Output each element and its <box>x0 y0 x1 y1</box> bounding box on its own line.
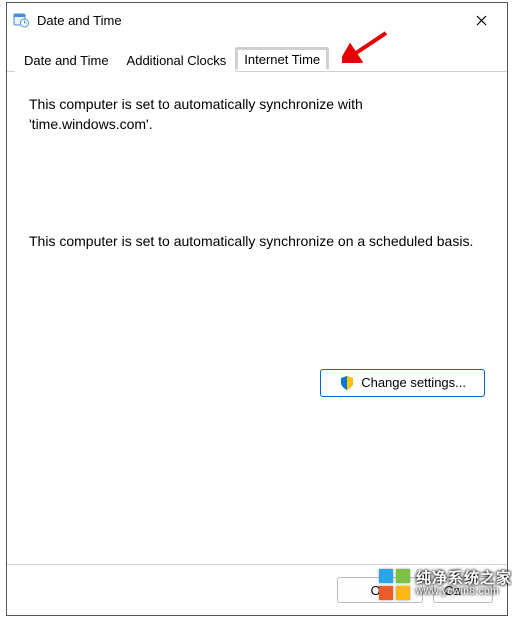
close-icon <box>476 15 487 26</box>
change-settings-label: Change settings... <box>361 375 466 390</box>
annotation-arrow-icon <box>342 29 390 63</box>
watermark: 纯净系统之家 www.ycwin8.com <box>379 566 512 602</box>
tab-content: This computer is set to automatically sy… <box>7 72 507 564</box>
close-button[interactable] <box>461 5 501 35</box>
tab-additional-clocks[interactable]: Additional Clocks <box>118 48 236 72</box>
tab-internet-time[interactable]: Internet Time <box>235 47 329 70</box>
tab-strip: Date and Time Additional Clocks Internet… <box>7 47 507 72</box>
tab-date-and-time[interactable]: Date and Time <box>15 48 118 72</box>
window-title: Date and Time <box>37 13 461 28</box>
sync-schedule-text: This computer is set to automatically sy… <box>29 231 485 251</box>
sync-server-text: This computer is set to automatically sy… <box>29 94 485 135</box>
watermark-logo-icon <box>379 569 410 600</box>
titlebar: Date and Time <box>7 3 507 37</box>
date-time-icon <box>13 12 29 28</box>
change-settings-button[interactable]: Change settings... <box>320 369 485 397</box>
date-time-dialog: Date and Time Date and Time Additional C… <box>6 2 508 616</box>
watermark-text: 纯净系统之家 www.ycwin8.com <box>416 571 512 597</box>
shield-icon <box>339 375 355 391</box>
